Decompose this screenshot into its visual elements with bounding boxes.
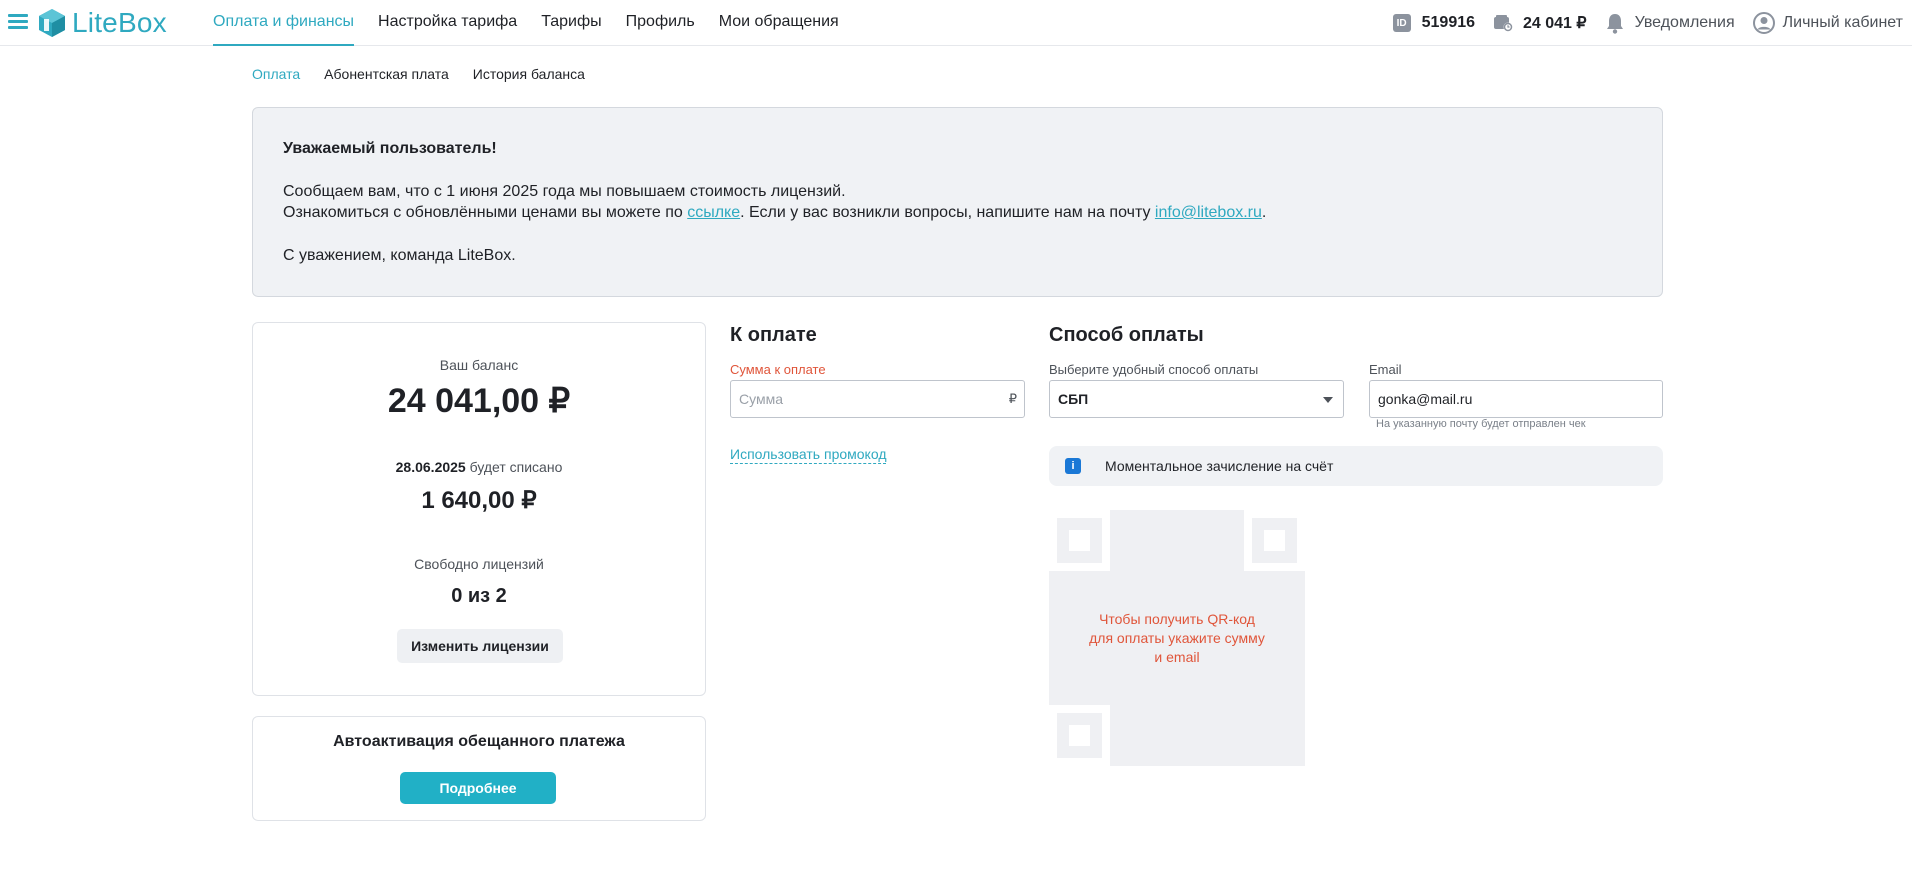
notifications-label: Уведомления bbox=[1634, 14, 1735, 31]
email-field[interactable]: gonka@mail.ru bbox=[1369, 380, 1663, 418]
payment-method-title: Способ оплаты bbox=[1049, 324, 1204, 346]
qr-instructions-line1: Чтобы получить QR-код bbox=[1099, 611, 1255, 627]
email-hint: На указанную почту будет отправлен чек bbox=[1376, 418, 1586, 430]
id-icon: ID bbox=[1392, 14, 1411, 32]
withdraw-text: будет списано bbox=[465, 459, 563, 475]
price-notice: Уважаемый пользователь! Сообщаем вам, чт… bbox=[252, 107, 1663, 297]
qr-instructions-line2: для оплаты укажите сумму bbox=[1089, 630, 1265, 646]
balance-label: Ваш баланс bbox=[439, 357, 519, 373]
tab-subscription-fee[interactable]: Абонентская плата bbox=[324, 66, 449, 82]
payment-title: К оплате bbox=[730, 324, 817, 346]
withdraw-date: 28.06.2025 bbox=[395, 459, 466, 475]
withdraw-info: 28.06.2025 будет списано bbox=[253, 459, 705, 475]
nav-tariffs[interactable]: Тарифы bbox=[541, 0, 601, 46]
email-label: Email bbox=[1369, 362, 1402, 377]
header-right: ID 519916 24 041 ₽ Уведомления Личный ка… bbox=[1375, 0, 1903, 46]
balance-card: Ваш баланс 24 041,00 ₽ 28.06.2025 будет … bbox=[252, 322, 706, 696]
qr-corner-bottom-left bbox=[1049, 705, 1110, 766]
logo[interactable]: LiteBox bbox=[36, 6, 167, 40]
instant-credit-text: Моментальное зачисление на счёт bbox=[1105, 458, 1334, 474]
notice-line2: Ознакомиться с обновлёнными ценами вы мо… bbox=[283, 202, 1632, 223]
nav-tariff-settings[interactable]: Настройка тарифа bbox=[378, 0, 517, 46]
email-value: gonka@mail.ru bbox=[1378, 391, 1473, 407]
method-select-label: Выберите удобный способ оплаты bbox=[1049, 362, 1259, 377]
amount-input[interactable]: Сумма ₽ bbox=[730, 380, 1025, 418]
notice-line2-text: Ознакомиться с обновлёнными ценами вы мо… bbox=[283, 204, 688, 221]
nav-profile[interactable]: Профиль bbox=[626, 0, 695, 46]
more-details-button[interactable]: Подробнее bbox=[400, 772, 556, 804]
account-id: ID 519916 bbox=[1392, 14, 1476, 32]
amount-placeholder: Сумма bbox=[739, 391, 783, 407]
qr-corner-top-left bbox=[1049, 510, 1110, 571]
menu-icon[interactable] bbox=[8, 14, 28, 30]
personal-account-label: Личный кабинет bbox=[1782, 14, 1903, 31]
sub-tabs: Оплата Абонентская плата История баланса bbox=[252, 66, 609, 82]
instant-credit-info: i Моментальное зачисление на счёт bbox=[1049, 446, 1663, 486]
notifications[interactable]: Уведомления bbox=[1605, 12, 1735, 34]
notice-line2-text-middle: . Если у вас возникли вопросы, напишите … bbox=[740, 204, 1155, 221]
wallet-icon bbox=[1494, 15, 1513, 32]
licenses-label: Свободно лицензий bbox=[414, 556, 544, 572]
info-icon: i bbox=[1065, 458, 1081, 474]
qr-instructions-line3: и email bbox=[1154, 649, 1200, 665]
balance-value: 24 041,00 ₽ bbox=[387, 382, 571, 420]
auto-activation-card: Автоактивация обещанного платежа Подробн… bbox=[252, 716, 706, 821]
notice-line2-end: . bbox=[1261, 204, 1267, 221]
ruble-icon: ₽ bbox=[1008, 391, 1017, 406]
tab-payment[interactable]: Оплата bbox=[252, 66, 300, 82]
qr-instructions: Чтобы получить QR-код для оплаты укажите… bbox=[1049, 610, 1305, 667]
header-balance-value: 24 041 ₽ bbox=[1523, 15, 1587, 32]
nav-my-requests[interactable]: Мои обращения bbox=[719, 0, 839, 46]
header-balance[interactable]: 24 041 ₽ bbox=[1493, 13, 1587, 33]
payment-method-select[interactable]: СБП bbox=[1049, 380, 1344, 418]
qr-corner-top-right bbox=[1244, 510, 1305, 571]
withdraw-amount: 1 640,00 ₽ bbox=[421, 487, 537, 514]
change-licenses-button[interactable]: Изменить лицензии bbox=[397, 629, 563, 663]
logo-text: LiteBox bbox=[72, 7, 167, 38]
licenses-value: 0 из 2 bbox=[451, 585, 507, 607]
user-avatar-icon bbox=[1752, 12, 1775, 34]
tab-balance-history[interactable]: История баланса bbox=[473, 66, 585, 82]
qr-code-placeholder: Чтобы получить QR-код для оплаты укажите… bbox=[1049, 510, 1305, 766]
litebox-logo-icon bbox=[39, 9, 65, 37]
notice-title: Уважаемый пользователь! bbox=[283, 140, 497, 157]
promo-code-link[interactable]: Использовать промокод bbox=[730, 446, 887, 464]
amount-label: Сумма к оплате bbox=[730, 362, 826, 377]
caret-down-icon bbox=[1323, 397, 1333, 403]
personal-account[interactable]: Личный кабинет bbox=[1752, 12, 1903, 34]
account-id-value: 519916 bbox=[1421, 14, 1476, 31]
nav-payment-finance[interactable]: Оплата и финансы bbox=[213, 0, 355, 46]
notice-signature: С уважением, команда LiteBox. bbox=[283, 247, 516, 264]
support-email-link[interactable]: info@litebox.ru bbox=[1155, 204, 1262, 221]
main-nav: Оплата и финансы Настройка тарифа Тарифы… bbox=[213, 0, 863, 46]
prices-link[interactable]: ссылке bbox=[687, 204, 740, 221]
bell-icon bbox=[1606, 14, 1623, 34]
notice-line1: Сообщаем вам, что с 1 июня 2025 года мы … bbox=[283, 183, 846, 200]
payment-method-value: СБП bbox=[1058, 391, 1089, 407]
top-bar: LiteBox Оплата и финансы Настройка тариф… bbox=[0, 0, 1912, 46]
auto-activation-title: Автоактивация обещанного платежа bbox=[333, 733, 625, 750]
